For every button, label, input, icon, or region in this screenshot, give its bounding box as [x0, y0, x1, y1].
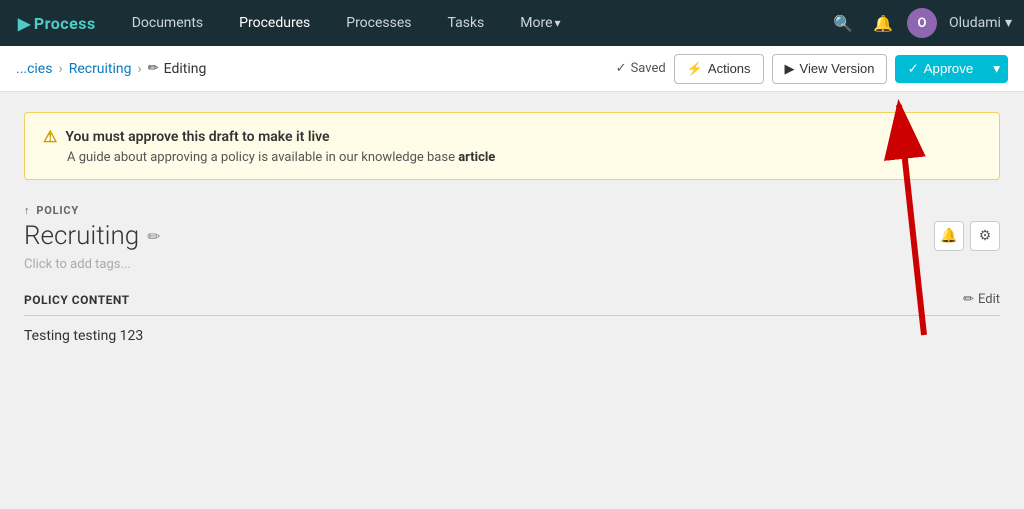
breadcrumb-root[interactable]: ...cies [16, 61, 52, 77]
view-label: View Version [800, 61, 875, 76]
approve-button[interactable]: ✓ Approve [895, 55, 985, 83]
warning-title: ⚠ You must approve this draft to make it… [43, 127, 981, 146]
nav-item-more[interactable]: More ▾ [502, 0, 578, 46]
avatar[interactable]: O [907, 8, 937, 38]
policy-name: Recruiting [24, 221, 139, 251]
user-menu[interactable]: Oludami ▾ [949, 15, 1012, 31]
content-body: Testing testing 123 [24, 328, 1000, 344]
saved-status: ✓ Saved [616, 61, 666, 76]
nav-right: 🔍 🔔 O Oludami ▾ [827, 8, 1024, 39]
warning-desc-text: A guide about approving a policy is avai… [67, 150, 455, 165]
more-chevron-icon: ▾ [555, 16, 561, 30]
warning-description: A guide about approving a policy is avai… [67, 150, 981, 165]
policy-title: Recruiting ✏ [24, 221, 161, 251]
policy-section: ↑ POLICY Recruiting ✏ 🔔 ⚙ Click to add t… [24, 204, 1000, 292]
policy-bell-icon: 🔔 [940, 228, 957, 244]
content-edit-icon: ✏ [963, 292, 974, 307]
nav-items: Documents Procedures Processes Tasks Mor… [114, 0, 827, 46]
approve-dropdown-button[interactable]: ▾ [985, 55, 1008, 83]
breadcrumb-recruiting[interactable]: Recruiting [69, 61, 132, 77]
breadcrumb: ...cies › Recruiting › ✏ Editing [16, 61, 206, 77]
tags-placeholder[interactable]: Click to add tags... [24, 257, 1000, 272]
nav-item-documents[interactable]: Documents [114, 0, 221, 46]
policy-edit-icon[interactable]: ✏ [147, 227, 160, 246]
warning-icon: ⚠ [43, 127, 57, 146]
nav-item-tasks[interactable]: Tasks [430, 0, 503, 46]
breadcrumb-sep-2: › [138, 61, 142, 77]
warning-link[interactable]: article [458, 150, 495, 165]
policy-label: ↑ POLICY [24, 204, 1000, 217]
content-edit-button[interactable]: ✏ Edit [963, 292, 1000, 307]
search-icon[interactable]: 🔍 [827, 8, 859, 39]
policy-title-row: Recruiting ✏ 🔔 ⚙ [24, 221, 1000, 251]
warning-title-text: You must approve this draft to make it l… [65, 129, 329, 145]
breadcrumb-sep-1: › [58, 61, 62, 77]
breadcrumb-bar: ...cies › Recruiting › ✏ Editing ✓ Saved… [0, 46, 1024, 92]
saved-label-text: Saved [631, 61, 666, 76]
main-content: ⚠ You must approve this draft to make it… [0, 92, 1024, 509]
policy-content-header: POLICY CONTENT ✏ Edit [24, 292, 1000, 316]
policy-label-icon: ↑ [24, 204, 30, 217]
nav-item-processes[interactable]: Processes [328, 0, 429, 46]
actions-button[interactable]: ⚡ Actions [674, 54, 764, 84]
top-navigation: ▶Process Documents Procedures Processes … [0, 0, 1024, 46]
action-buttons: ✓ Saved ⚡ Actions ▶ View Version ✓ Appro… [616, 54, 1008, 84]
policy-settings-button[interactable]: ⚙ [970, 221, 1000, 251]
actions-icon: ⚡ [687, 61, 703, 77]
actions-label: Actions [708, 61, 751, 76]
policy-actions-right: 🔔 ⚙ [934, 221, 1000, 251]
policy-content-title: POLICY CONTENT [24, 293, 130, 307]
content-edit-label: Edit [978, 292, 1000, 307]
view-version-button[interactable]: ▶ View Version [772, 54, 888, 84]
brand-name: Process [34, 14, 96, 33]
saved-check-icon: ✓ [616, 61, 627, 76]
breadcrumb-current: ✏ Editing [148, 61, 207, 77]
approve-dropdown-icon: ▾ [993, 61, 1000, 77]
user-chevron-icon: ▾ [1005, 15, 1012, 31]
approve-check-icon: ✓ [907, 61, 918, 77]
breadcrumb-editing-label: Editing [164, 61, 207, 77]
nav-item-procedures[interactable]: Procedures [221, 0, 328, 46]
brand-icon: ▶ [18, 14, 31, 33]
policy-label-text: POLICY [36, 204, 79, 217]
policy-bell-button[interactable]: 🔔 [934, 221, 964, 251]
user-name-label: Oludami [949, 15, 1001, 31]
notifications-icon[interactable]: 🔔 [867, 8, 899, 39]
policy-content-section: POLICY CONTENT ✏ Edit Testing testing 12… [24, 292, 1000, 344]
policy-settings-icon: ⚙ [979, 228, 992, 244]
view-icon: ▶ [785, 61, 795, 77]
approve-label: Approve [924, 61, 974, 76]
edit-current-icon: ✏ [148, 61, 159, 76]
approve-group: ✓ Approve ▾ [895, 55, 1008, 83]
brand-logo[interactable]: ▶Process [0, 0, 114, 46]
warning-banner: ⚠ You must approve this draft to make it… [24, 112, 1000, 180]
